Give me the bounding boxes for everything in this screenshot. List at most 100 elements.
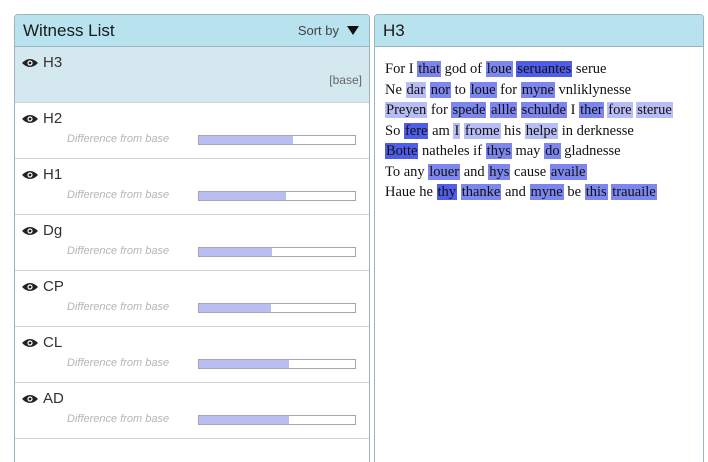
difference-label: Difference from base (67, 245, 170, 257)
witness-name: Dg (43, 222, 63, 239)
variant-highlight[interactable]: helpe (524, 122, 559, 139)
variant-highlight[interactable]: this (584, 184, 608, 200)
variant-highlight[interactable]: allle (490, 102, 518, 118)
text-span: vnliklynesse (554, 81, 632, 98)
variant-highlight[interactable]: sterue (636, 102, 673, 118)
difference-bar (198, 415, 356, 425)
witness-name: CP (43, 278, 64, 295)
variant-highlight[interactable]: myne (520, 81, 555, 98)
variant-highlight[interactable]: ther (579, 102, 604, 118)
difference-label: Difference from base (67, 413, 170, 425)
sort-by-label: Sort by (297, 23, 339, 38)
text-span: gladnesse (560, 143, 621, 159)
variant-highlight[interactable]: schulde (520, 102, 567, 118)
text-span: god of (440, 61, 486, 77)
text-line: Preyen for spede allle schulde I ther fo… (385, 100, 699, 121)
eye-icon[interactable] (21, 56, 39, 74)
sort-by-dropdown[interactable]: Sort by (298, 23, 359, 38)
eye-icon[interactable] (21, 224, 39, 242)
variant-highlight[interactable]: nor (429, 81, 452, 98)
variant-highlight[interactable]: frome (463, 122, 501, 139)
difference-label: Difference from base (67, 301, 170, 313)
text-span: Ne (385, 81, 406, 98)
witness-row-dg[interactable]: Dg Difference from base (15, 215, 369, 271)
eye-icon[interactable] (21, 112, 39, 130)
text-span: to (451, 81, 470, 98)
base-tag: [base] (329, 73, 362, 87)
text-span: and (501, 184, 530, 200)
eye-icon[interactable] (21, 168, 39, 186)
text-span: Haue he (385, 184, 437, 200)
witness-name: H1 (43, 166, 63, 183)
variant-highlight[interactable]: louer (428, 163, 461, 180)
witness-rows: H3 [base] H2 Difference from base H1 Differen… (15, 47, 369, 439)
text-line: For I that god of loue seruantes serue (385, 59, 699, 80)
witness-row-h2[interactable]: H2 Difference from base (15, 103, 369, 159)
eye-icon[interactable] (21, 336, 39, 354)
witness-row-cl[interactable]: CL Difference from base (15, 327, 369, 383)
text-line: So fere am I frome his helpe in derkness… (385, 121, 699, 142)
text-span: cause (510, 163, 550, 180)
witness-list-title: Witness List (23, 21, 115, 40)
difference-bar-fill (199, 136, 293, 144)
text-panel: H3 For I that god of loue seruantes seru… (374, 14, 704, 462)
difference-bar (198, 303, 356, 313)
text-span: for (496, 81, 521, 98)
variant-highlight[interactable]: Preyen (385, 102, 428, 118)
difference-bar-fill (199, 416, 290, 424)
difference-bar (198, 247, 356, 257)
variant-highlight[interactable]: fore (607, 102, 633, 118)
variant-highlight[interactable]: thy (436, 184, 458, 200)
witness-name: H2 (43, 110, 63, 127)
variant-highlight[interactable]: trauaile (611, 184, 657, 200)
variant-highlight[interactable]: loue (469, 81, 497, 98)
difference-bar (198, 359, 356, 369)
variant-highlight[interactable]: spede (451, 102, 487, 118)
variant-highlight[interactable]: availe (549, 163, 587, 180)
witness-row-ad[interactable]: AD Difference from base (15, 383, 369, 439)
text-panel-title: H3 (383, 21, 405, 40)
witness-row-h3[interactable]: H3 [base] (15, 47, 369, 103)
text-span: To any (385, 163, 429, 180)
variant-highlight[interactable]: that (417, 61, 441, 77)
variant-highlight[interactable]: hys (488, 163, 511, 180)
witness-row-h1[interactable]: H1 Difference from base (15, 159, 369, 215)
text-body: For I that god of loue seruantes serue Ne… (385, 59, 699, 203)
text-panel-header: H3 (375, 15, 703, 47)
variant-highlight[interactable]: loue (485, 61, 513, 77)
text-span: may (511, 143, 545, 159)
variant-highlight[interactable]: myne (529, 184, 564, 200)
witness-name: CL (43, 334, 63, 351)
text-span: I (566, 102, 580, 118)
variant-highlight[interactable]: do (544, 143, 561, 159)
difference-label: Difference from base (67, 357, 170, 369)
eye-icon[interactable] (21, 280, 39, 298)
witness-list-header: Witness List Sort by (15, 15, 369, 47)
difference-bar-fill (199, 248, 273, 256)
difference-bar-fill (199, 304, 271, 312)
witness-name: H3 (43, 54, 63, 71)
variant-highlight[interactable]: seruantes (516, 61, 573, 77)
difference-bar-fill (199, 360, 290, 368)
text-span: and (460, 163, 489, 180)
variant-highlight[interactable]: fere (403, 122, 429, 139)
text-line: Ne dar nor to loue for myne vnliklynesse (385, 80, 699, 101)
difference-bar-fill (199, 192, 287, 200)
text-span: be (563, 184, 585, 200)
difference-label: Difference from base (67, 133, 170, 145)
text-span: his (500, 122, 525, 139)
variant-highlight[interactable]: thanke (460, 184, 502, 200)
difference-label: Difference from base (67, 189, 170, 201)
text-span: natheles if (418, 143, 486, 159)
variant-highlight[interactable]: dar (405, 81, 427, 98)
text-line: To any louer and hys cause availe (385, 162, 699, 183)
variant-highlight[interactable]: Botte (385, 143, 419, 159)
text-span: for (427, 102, 452, 118)
variant-highlight[interactable]: thys (485, 143, 512, 159)
witness-list-panel: Witness List Sort by H3 [base] H2 Differenc… (14, 14, 370, 462)
eye-icon[interactable] (21, 392, 39, 410)
text-span: For I (385, 61, 418, 77)
text-span: serue (572, 61, 607, 77)
witness-row-cp[interactable]: CP Difference from base (15, 271, 369, 327)
difference-bar (198, 191, 356, 201)
